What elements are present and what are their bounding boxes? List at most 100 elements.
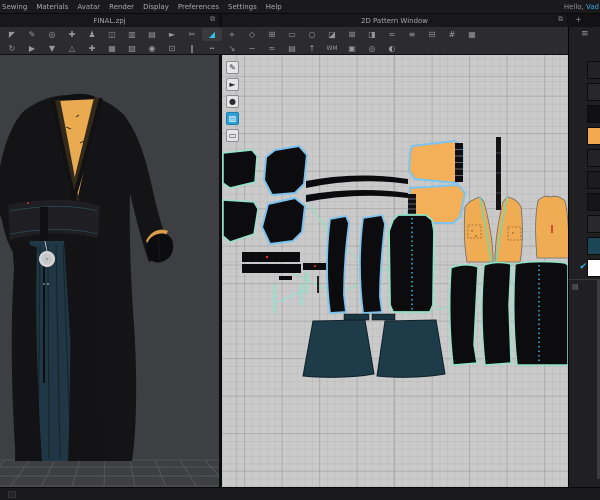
select-tool-icon[interactable]: ◤ xyxy=(2,28,22,41)
swatch-color[interactable] xyxy=(587,215,600,233)
garment-3d-canvas[interactable] xyxy=(0,55,219,487)
pin2-tool-icon[interactable]: ✚ xyxy=(82,42,102,55)
project-tab-label[interactable]: FINAL.zpj xyxy=(93,17,125,25)
swatch-color[interactable] xyxy=(587,149,600,167)
swatch-color[interactable] xyxy=(587,83,600,101)
transform-tool-icon[interactable]: + xyxy=(222,28,242,41)
add-point-tool-icon[interactable]: ⊞ xyxy=(262,28,282,41)
add-tab-icon[interactable]: + xyxy=(575,15,582,24)
pattern-piece-shoulder-left[interactable] xyxy=(222,149,258,189)
pen-tool-icon[interactable]: ✎ xyxy=(22,28,42,41)
fabric-swatch-7[interactable] xyxy=(569,193,600,211)
pattern-2d-window[interactable]: ✎ ► ● ▨ ▭ xyxy=(222,55,568,487)
steam-tool-icon[interactable]: ≈ xyxy=(262,42,282,55)
status-bar-button[interactable] xyxy=(8,491,16,498)
swatch-color[interactable] xyxy=(587,193,600,211)
pattern-piece-coat-panel-2[interactable] xyxy=(481,261,512,366)
pattern-piece-robe-panel-1[interactable] xyxy=(326,214,350,314)
swatch-color[interactable] xyxy=(587,237,600,255)
pattern-piece-skirt-back[interactable] xyxy=(376,319,446,378)
fabric-swatch-8[interactable] xyxy=(569,215,600,233)
smooth-tool-icon[interactable]: ∼ xyxy=(242,42,262,55)
pants-tool-icon[interactable]: ▥ xyxy=(122,28,142,41)
fabric-swatch-6[interactable] xyxy=(569,171,600,189)
panel-menu-icon[interactable]: ≡ xyxy=(581,29,589,39)
pattern-piece-sleeve-cap-bottom[interactable] xyxy=(260,196,307,246)
pattern-3d-tool-icon[interactable]: △ xyxy=(62,42,82,55)
topstitch-tool-icon[interactable]: ┅ xyxy=(202,42,222,55)
pattern-piece-waistband-2[interactable] xyxy=(371,313,396,321)
light-tool-icon[interactable]: ◐ xyxy=(382,42,402,55)
menu-settings[interactable]: Settings xyxy=(228,3,257,11)
sphere-view-tool-icon[interactable]: ● xyxy=(226,95,239,108)
pattern-piece-belt-strip[interactable] xyxy=(496,137,501,210)
circle-tool-icon[interactable]: ○ xyxy=(302,28,322,41)
viewport-3d[interactable] xyxy=(0,55,219,487)
pattern-piece-strap-thin[interactable] xyxy=(317,276,319,293)
pattern-2d-canvas[interactable] xyxy=(222,55,568,487)
button-tool-icon[interactable]: ◉ xyxy=(142,42,162,55)
bake-tool-icon[interactable]: ▣ xyxy=(342,42,362,55)
watermark-tool-icon[interactable]: WM xyxy=(322,42,342,55)
menu-sewing[interactable]: Sewing xyxy=(2,3,27,11)
texture-tool-icon[interactable]: ▦ xyxy=(462,28,482,41)
pattern-piece-obi-band-1[interactable] xyxy=(242,252,300,262)
pattern-piece-tie-strip-1[interactable] xyxy=(273,284,276,313)
drape-tool-icon[interactable]: ▼ xyxy=(42,42,62,55)
tab-2d-pattern-window[interactable]: 2D Pattern Window ⧉ xyxy=(222,14,567,27)
layer-tool-icon[interactable]: ≡ xyxy=(402,28,422,41)
pattern-piece-sleeve-cap-top[interactable] xyxy=(262,144,309,197)
fabric-swatch-3[interactable] xyxy=(569,105,600,123)
print-tool-icon[interactable]: ▤ xyxy=(282,42,302,55)
export-tool-icon[interactable]: ↑ xyxy=(302,42,322,55)
dart-tool-icon[interactable]: ◪ xyxy=(322,28,342,41)
curve-tool-icon[interactable]: ◇ xyxy=(242,28,262,41)
swatch-color[interactable] xyxy=(587,259,600,277)
scissors-tool-icon[interactable]: ✂ xyxy=(182,28,202,41)
pattern-piece-bodice-left[interactable] xyxy=(464,196,494,263)
pattern-piece-waistband-1[interactable] xyxy=(343,313,370,321)
tshirt-tool-icon[interactable]: ▤ xyxy=(142,28,162,41)
zipper-tool-icon[interactable]: ‖ xyxy=(182,42,202,55)
pattern-piece-small-bar[interactable] xyxy=(279,276,292,280)
camera-tool-icon[interactable]: ◎ xyxy=(362,42,382,55)
buttonhole-tool-icon[interactable]: ⊡ xyxy=(162,42,182,55)
pin-tool-icon[interactable]: ✚ xyxy=(62,28,82,41)
arrange-tool-icon[interactable]: ► xyxy=(162,28,182,41)
measure-tool-icon[interactable]: # xyxy=(442,28,462,41)
menu-avatar[interactable]: Avatar xyxy=(77,3,100,11)
pattern-piece-coat-panel-1[interactable] xyxy=(448,264,479,366)
avatar-tool-icon[interactable]: ♟ xyxy=(82,28,102,41)
pattern-piece-small-band[interactable] xyxy=(303,263,330,270)
edit-pattern-tool-icon[interactable]: ✎ xyxy=(226,61,239,74)
pattern-piece-tie-strip-2[interactable] xyxy=(300,283,303,306)
trace-tool-icon[interactable]: ◨ xyxy=(362,28,382,41)
scale-tool-icon[interactable]: ▭ xyxy=(226,129,239,142)
fabric-swatch-orange[interactable] xyxy=(569,127,600,145)
pattern-piece-collar-strip-2[interactable] xyxy=(306,189,408,202)
pattern-piece-shoulder-left-2[interactable] xyxy=(222,199,259,243)
fabric-swatch-1[interactable] xyxy=(569,61,600,79)
flatten-tool-icon[interactable]: ⊟ xyxy=(422,28,442,41)
flatten-triangle-tool-icon[interactable]: ◢ xyxy=(202,27,222,41)
menu-render[interactable]: Render xyxy=(109,3,134,11)
grid-tool-icon[interactable]: ▦ xyxy=(102,42,122,55)
menu-materials[interactable]: Materials xyxy=(36,3,68,11)
swatch-color[interactable] xyxy=(587,127,600,145)
pattern-piece-robe-panel-2[interactable] xyxy=(359,213,386,314)
fabric-swatch-2[interactable] xyxy=(569,83,600,101)
detach-window-icon[interactable]: ⧉ xyxy=(558,15,563,24)
pattern-piece-inner-sleeve-top[interactable] xyxy=(407,139,465,185)
menu-help[interactable]: Help xyxy=(266,3,282,11)
greeting-username[interactable]: Vad xyxy=(586,3,599,11)
pattern-piece-collar-strip-1[interactable] xyxy=(306,175,408,188)
menu-display[interactable]: Display xyxy=(143,3,169,11)
panel-list-icon[interactable]: ▤ xyxy=(572,283,579,291)
swatch-color[interactable] xyxy=(587,171,600,189)
swatch-color[interactable] xyxy=(587,61,600,79)
fabric-swatch-5[interactable] xyxy=(569,149,600,167)
swatch-color[interactable] xyxy=(587,105,600,123)
pattern-piece-obi-band-2[interactable] xyxy=(242,264,301,273)
transform-pattern-tool-icon[interactable]: ► xyxy=(226,78,239,91)
fabric-swatch-teal[interactable] xyxy=(569,237,600,255)
